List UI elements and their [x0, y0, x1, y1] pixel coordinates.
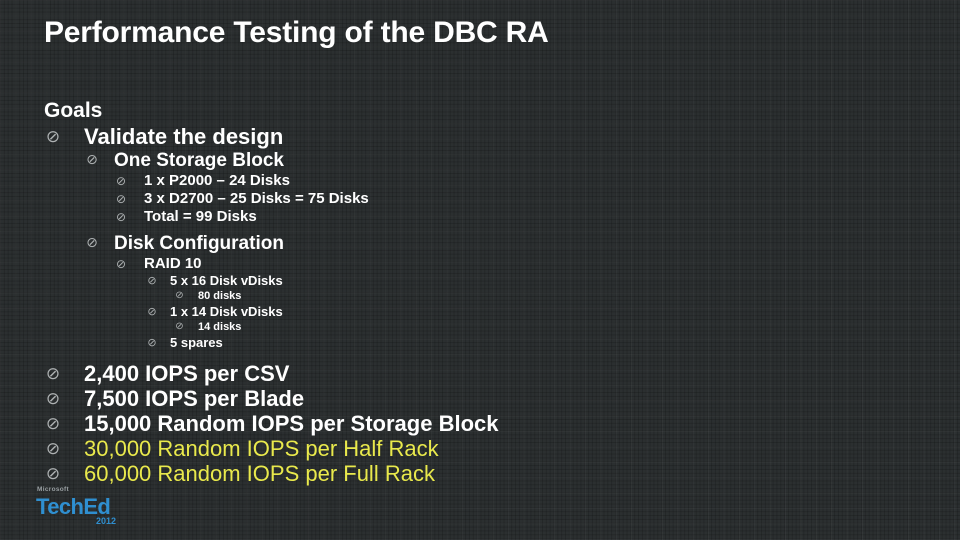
outline-item-disk-configuration: ⊘ Disk Configuration — [0, 232, 960, 255]
slide-body-outline: Goals ⊘ Validate the design ⊘ One Storag… — [0, 98, 960, 486]
slashed-circle-bullet-icon: ⊘ — [147, 336, 157, 349]
slashed-circle-bullet-icon: ⊘ — [45, 127, 61, 147]
outline-item-text: 5 spares — [170, 335, 223, 350]
outline-item-text: One Storage Block — [114, 150, 284, 171]
slashed-circle-bullet-icon: ⊘ — [115, 210, 127, 224]
slashed-circle-bullet-icon: ⊘ — [45, 439, 61, 459]
outline-item-text: Total = 99 Disks — [144, 208, 257, 225]
outline-item-80-disks: ⊘ 80 disks — [0, 289, 960, 304]
outline-item-text: RAID 10 — [144, 255, 202, 272]
slashed-circle-bullet-icon: ⊘ — [115, 192, 127, 206]
slashed-circle-bullet-icon: ⊘ — [147, 274, 157, 287]
slashed-circle-bullet-icon: ⊘ — [175, 321, 184, 332]
logo-microsoft-text: Microsoft — [37, 486, 69, 493]
outline-item-p2000-disks: ⊘ 1 x P2000 – 24 Disks — [0, 172, 960, 190]
outline-item-goals: Goals — [0, 98, 960, 124]
outline-item-iops-per-storage-block: ⊘ 15,000 Random IOPS per Storage Block — [0, 411, 960, 436]
outline-item-text: 5 x 16 Disk vDisks — [170, 273, 283, 288]
microsoft-teched-logo: Microsoft TechEd 2012 — [36, 486, 146, 530]
outline-item-5x16-disk-vdisks: ⊘ 5 x 16 Disk vDisks — [0, 273, 960, 289]
logo-teched-text: TechEd — [36, 495, 146, 518]
outline-item-iops-per-blade: ⊘ 7,500 IOPS per Blade — [0, 386, 960, 411]
slashed-circle-bullet-icon: ⊘ — [115, 257, 127, 271]
outline-item-one-storage-block: ⊘ One Storage Block — [0, 149, 960, 172]
slashed-circle-bullet-icon: ⊘ — [45, 464, 61, 484]
slashed-circle-bullet-icon: ⊘ — [147, 305, 157, 318]
outline-item-text: 30,000 Random IOPS per Half Rack — [84, 436, 439, 461]
outline-item-validate-the-design: ⊘ Validate the design — [0, 124, 960, 149]
outline-item-d2700-disks: ⊘ 3 x D2700 – 25 Disks = 75 Disks — [0, 190, 960, 208]
outline-item-text: 14 disks — [198, 321, 242, 333]
outline-item-text: 15,000 Random IOPS per Storage Block — [84, 411, 499, 436]
outline-item-text: 1 x 14 Disk vDisks — [170, 304, 283, 319]
outline-item-text: 1 x P2000 – 24 Disks — [144, 172, 290, 189]
logo-tech-part: Tech — [36, 494, 84, 519]
outline-item-text: Goals — [44, 99, 103, 122]
outline-item-14-disks: ⊘ 14 disks — [0, 320, 960, 335]
outline-item-text: 80 disks — [198, 290, 242, 302]
outline-item-text: 2,400 IOPS per CSV — [84, 361, 290, 386]
outline-item-total-disks: ⊘ Total = 99 Disks — [0, 208, 960, 226]
outline-item-5-spares: ⊘ 5 spares — [0, 335, 960, 351]
outline-item-text: 7,500 IOPS per Blade — [84, 386, 305, 411]
slashed-circle-bullet-icon: ⊘ — [86, 152, 98, 168]
outline-item-iops-per-half-rack: ⊘ 30,000 Random IOPS per Half Rack — [0, 436, 960, 461]
outline-item-text: Validate the design — [84, 124, 284, 149]
outline-item-text: Disk Configuration — [114, 233, 284, 254]
outline-item-iops-per-csv: ⊘ 2,400 IOPS per CSV — [0, 361, 960, 386]
slashed-circle-bullet-icon: ⊘ — [115, 174, 127, 188]
outline-item-raid-10: ⊘ RAID 10 — [0, 255, 960, 273]
outline-item-iops-per-full-rack: ⊘ 60,000 Random IOPS per Full Rack — [0, 461, 960, 486]
presentation-slide: Performance Testing of the DBC RA Goals … — [0, 0, 960, 540]
slashed-circle-bullet-icon: ⊘ — [45, 364, 61, 384]
slashed-circle-bullet-icon: ⊘ — [175, 290, 184, 301]
slashed-circle-bullet-icon: ⊘ — [45, 389, 61, 409]
slashed-circle-bullet-icon: ⊘ — [45, 414, 61, 434]
slide-title: Performance Testing of the DBC RA — [44, 16, 549, 49]
outline-item-text: 3 x D2700 – 25 Disks = 75 Disks — [144, 190, 369, 207]
slashed-circle-bullet-icon: ⊘ — [86, 235, 98, 251]
outline-item-text: 60,000 Random IOPS per Full Rack — [84, 461, 435, 486]
outline-item-1x14-disk-vdisks: ⊘ 1 x 14 Disk vDisks — [0, 304, 960, 320]
